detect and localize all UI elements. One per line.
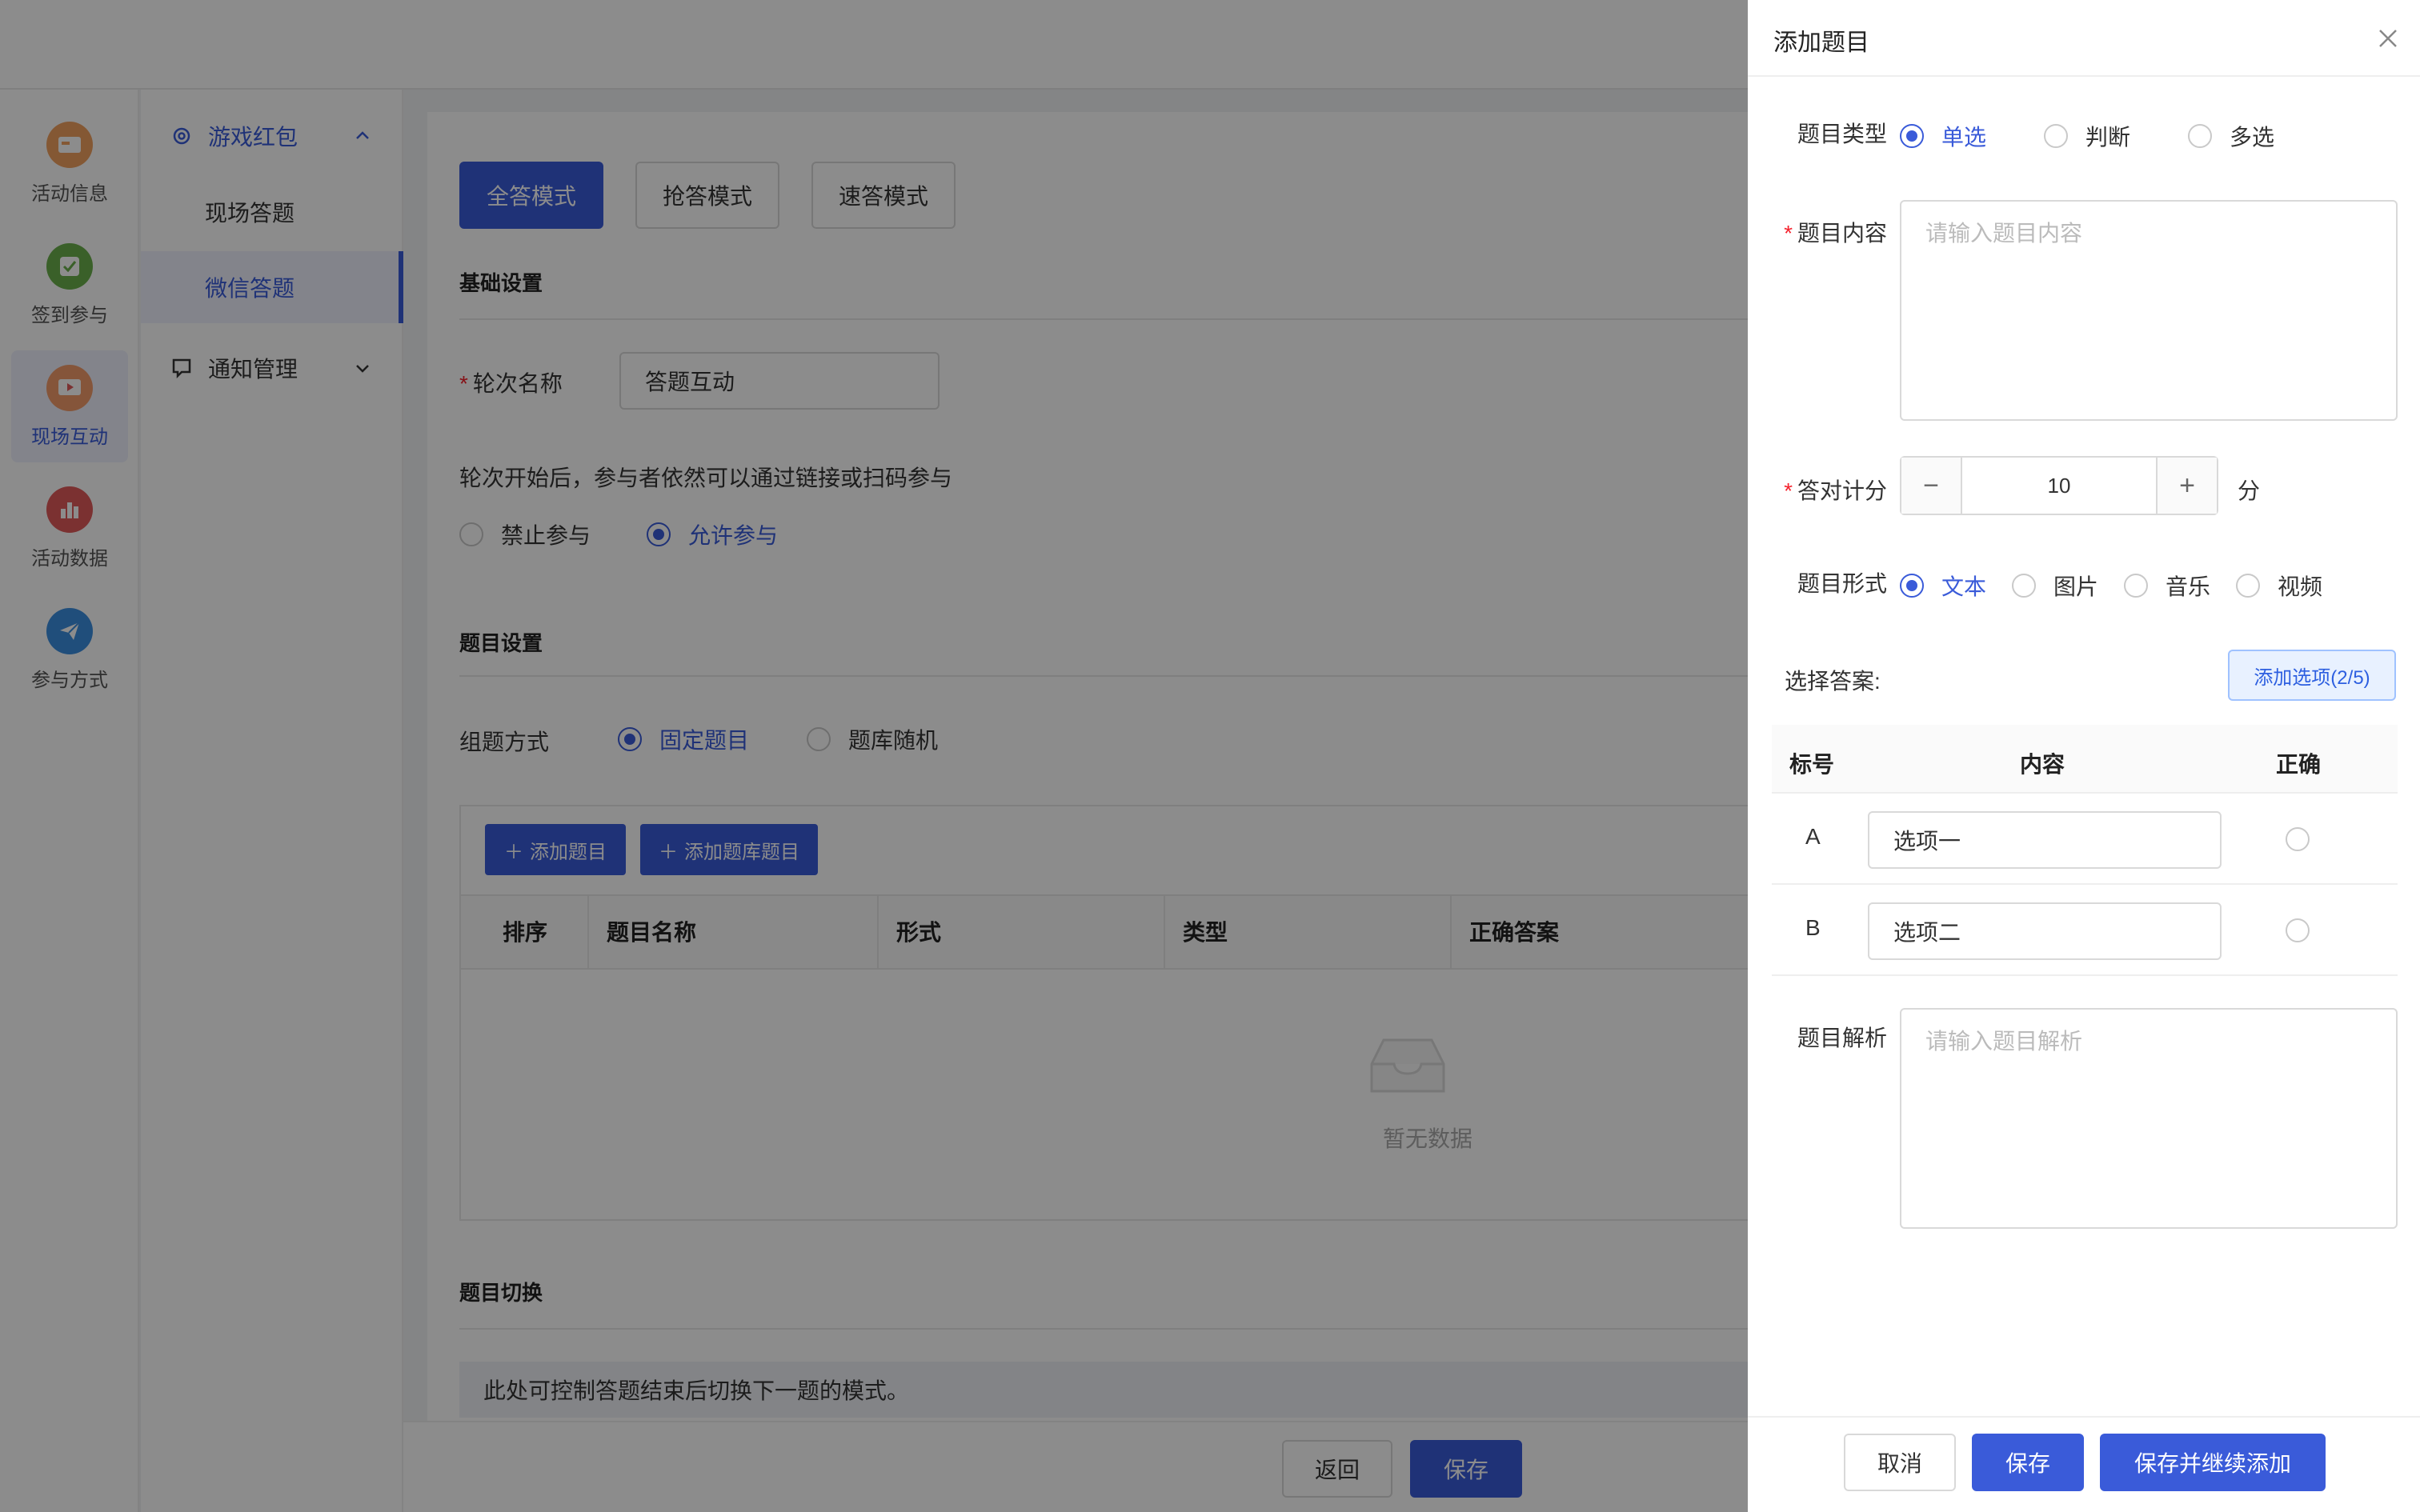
answer-input[interactable]: 选项一 <box>1868 811 2222 869</box>
plus-button[interactable]: + <box>2158 458 2217 514</box>
answer-key: A <box>1805 824 1821 849</box>
minus-button[interactable]: − <box>1901 458 1961 514</box>
drawer-footer: 取消 保存 保存并继续添加 <box>1748 1416 2420 1512</box>
score-label: * 答对计分 <box>1784 478 1887 503</box>
answer-col-content: 内容 <box>2020 752 2065 777</box>
answer-col-correct: 正确 <box>2276 752 2322 777</box>
answer-row: B 选项二 <box>1772 885 2398 976</box>
answer-table-header: 标号 内容 正确 <box>1772 725 2398 794</box>
type-label: 题目类型 <box>1797 122 1887 146</box>
score-unit: 分 <box>2238 478 2261 503</box>
add-option-button[interactable]: 添加选项(2/5) <box>2228 650 2396 701</box>
drawer-save-button[interactable]: 保存 <box>1972 1434 2084 1491</box>
form-text-radio[interactable]: 文本 <box>1900 570 1986 602</box>
answer-row: A 选项一 <box>1772 794 2398 885</box>
drawer-title: 添加题目 <box>1773 30 1869 56</box>
type-judge-radio[interactable]: 判断 <box>2044 120 2130 152</box>
close-icon[interactable] <box>2372 22 2404 54</box>
answer-input[interactable]: 选项二 <box>1868 902 2222 960</box>
answer-col-key: 标号 <box>1789 752 1835 777</box>
answer-label: 选择答案: <box>1785 669 1881 694</box>
answer-key: B <box>1805 915 1821 940</box>
form-label: 题目形式 <box>1797 571 1887 596</box>
add-question-drawer: 添加题目 题目类型 单选 判断 多选 * 题目内容 请输入题目内容 * 答对计分 −… <box>1748 0 2420 1512</box>
content-textarea[interactable]: 请输入题目内容 <box>1900 200 2398 421</box>
analysis-label: 题目解析 <box>1797 1026 1887 1050</box>
form-image-radio[interactable]: 图片 <box>2012 570 2098 602</box>
type-single-radio[interactable]: 单选 <box>1900 120 1986 152</box>
content-label: * 题目内容 <box>1784 221 1887 246</box>
type-multi-radio[interactable]: 多选 <box>2188 120 2274 152</box>
save-continue-button[interactable]: 保存并继续添加 <box>2100 1434 2326 1491</box>
score-input[interactable]: 10 <box>1961 458 2158 514</box>
form-music-radio[interactable]: 音乐 <box>2124 570 2210 602</box>
score-stepper: − 10 + <box>1900 456 2218 515</box>
correct-radio[interactable] <box>2286 918 2310 942</box>
cancel-button[interactable]: 取消 <box>1844 1434 1956 1491</box>
correct-radio[interactable] <box>2286 827 2310 851</box>
form-video-radio[interactable]: 视频 <box>2236 570 2322 602</box>
drawer-header: 添加题目 <box>1748 0 2420 77</box>
analysis-textarea[interactable]: 请输入题目解析 <box>1900 1008 2398 1229</box>
